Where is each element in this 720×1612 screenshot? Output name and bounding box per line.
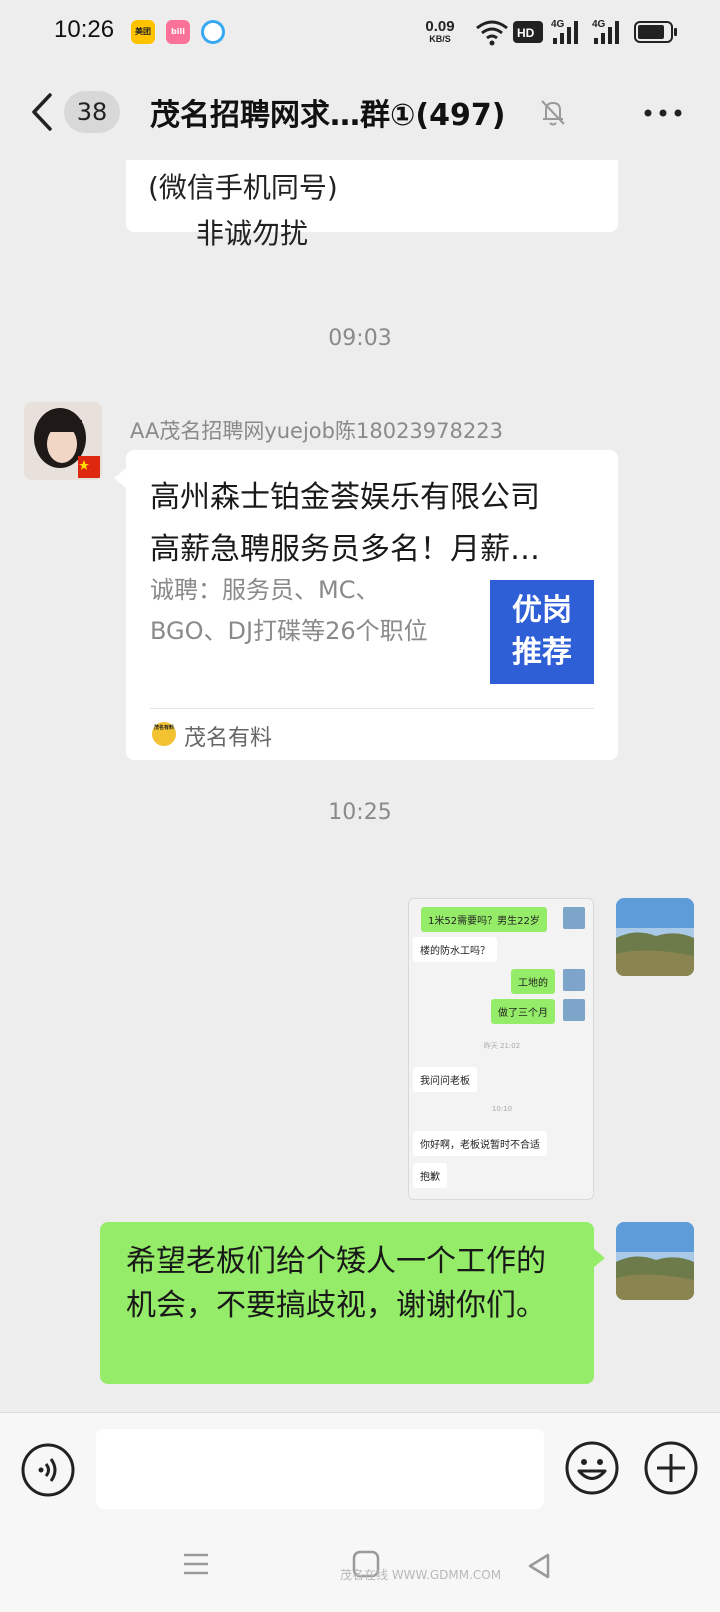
chat-message-list[interactable]: (微信手机同号) 非诚勿扰 09:03 AA茂名招聘网yuejob陈180239… xyxy=(0,160,720,1412)
signal-4g-icon-2: 4G xyxy=(592,19,619,44)
plus-icon[interactable] xyxy=(643,1440,699,1496)
timestamp: 10:25 xyxy=(328,800,392,825)
card-source-name: 茂名有料 xyxy=(184,726,273,751)
status-bar: 10:26 美团 bili 0.09 KB/S HD 4G 4G xyxy=(0,0,720,64)
card-title-line-2: 高薪急聘服务员多名！月薪… xyxy=(150,532,540,567)
watermark: 茂名在线 WWW.GDMM.COM xyxy=(340,1568,502,1582)
svg-text:4G: 4G xyxy=(592,19,606,30)
bilibili-app-icon: bili xyxy=(166,20,190,44)
more-dots-icon[interactable] xyxy=(643,108,683,118)
message-text-input[interactable] xyxy=(96,1429,544,1509)
network-speed: 0.09 KB/S xyxy=(425,18,455,44)
screenshot-avatar xyxy=(563,999,585,1021)
signal-4g-icon-1: 4G xyxy=(551,19,578,44)
battery-icon xyxy=(634,21,677,43)
card-description: 诚聘：服务员、MC、BGO、DJ打碟等26个职位 xyxy=(150,576,428,645)
mute-bell-icon xyxy=(541,100,565,126)
landscape-avatar-image xyxy=(616,898,694,976)
emoji-icon[interactable] xyxy=(564,1440,620,1496)
screenshot-row: 我问问老板 xyxy=(413,1067,477,1092)
previous-message-line-2: 非诚勿扰 xyxy=(196,217,309,250)
screenshot-row: 抱歉 xyxy=(413,1163,447,1188)
back-triangle-icon[interactable] xyxy=(526,1552,552,1580)
message-input-bar xyxy=(0,1412,720,1524)
system-navigation-bar: 茂名在线 WWW.GDMM.COM xyxy=(0,1524,720,1612)
card-title-line-1: 高州森士铂金荟娱乐有限公司 xyxy=(150,480,540,515)
landscape-avatar-image xyxy=(616,1222,694,1300)
screenshot-image-message[interactable]: 1米52需要吗？男生22岁 楼的防水工吗？ 工地的 做了三个月 昨天 21:02… xyxy=(408,898,594,1200)
screenshot-timestamp: 10:10 xyxy=(491,1105,513,1113)
source-logo-icon: 茂名有料 xyxy=(152,722,176,746)
screenshot-row: 你好啊，老板说暂时不合适 xyxy=(413,1131,547,1156)
card-bubble-tail xyxy=(114,468,126,488)
previous-message-line-1: (微信手机同号) xyxy=(148,171,338,204)
card-thumbnail: 优岗 推荐 xyxy=(490,580,594,684)
screenshot-row: 1米52需要吗？男生22岁 xyxy=(421,907,547,932)
my-avatar[interactable] xyxy=(616,898,694,976)
screenshot-row: 工地的 xyxy=(511,969,555,994)
voice-icon[interactable] xyxy=(20,1442,76,1498)
screenshot-row: 楼的防水工吗？ xyxy=(413,937,497,962)
qq-browser-app-icon xyxy=(201,20,225,44)
screenshot-row: 做了三个月 xyxy=(491,999,555,1024)
screenshot-timestamp: 昨天 21:02 xyxy=(483,1042,521,1050)
sender-avatar-image xyxy=(24,402,102,480)
green-bubble-tail xyxy=(593,1248,605,1268)
my-avatar[interactable] xyxy=(616,1222,694,1300)
wifi-icon xyxy=(476,20,508,46)
chat-title: 茂名招聘网求…群①(497) xyxy=(150,98,506,133)
sender-name: AA茂名招聘网yuejob陈18023978223 xyxy=(130,419,503,443)
link-card-message[interactable]: 高州森士铂金荟娱乐有限公司 高薪急聘服务员多名！月薪… 诚聘：服务员、MC、BG… xyxy=(126,450,618,760)
back-arrow-icon[interactable] xyxy=(30,92,54,132)
status-time: 10:26 xyxy=(54,16,115,43)
hd2-icon: HD xyxy=(513,21,543,43)
svg-text:HD: HD xyxy=(517,26,535,40)
chat-header: 38 茂名招聘网求…群①(497) xyxy=(0,64,720,160)
screenshot-avatar xyxy=(563,969,585,991)
screenshot-avatar xyxy=(563,907,585,929)
menu-icon[interactable] xyxy=(182,1552,210,1576)
svg-text:4G: 4G xyxy=(551,19,565,30)
meituan-app-icon: 美团 xyxy=(131,20,155,44)
timestamp: 09:03 xyxy=(328,326,392,351)
card-divider xyxy=(150,708,594,709)
unread-count-badge[interactable]: 38 xyxy=(64,91,120,133)
my-text-message[interactable]: 希望老板们给个矮人一个工作的机会，不要搞歧视，谢谢你们。 xyxy=(100,1222,594,1384)
previous-text-message[interactable]: (微信手机同号) 非诚勿扰 xyxy=(126,160,618,250)
sender-avatar[interactable] xyxy=(24,402,102,480)
